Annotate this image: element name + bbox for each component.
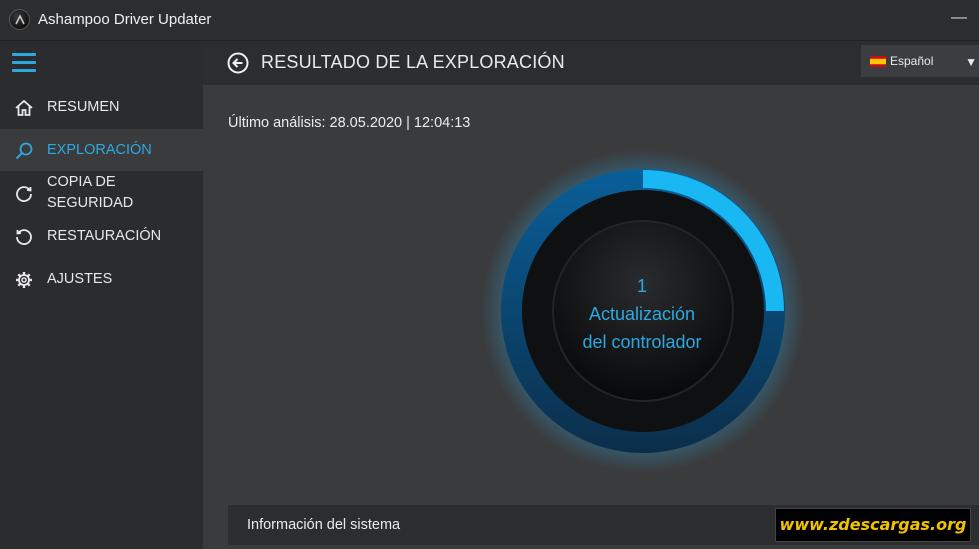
window-title: Ashampoo Driver Updater [38, 11, 212, 28]
back-arrow-icon[interactable] [227, 52, 249, 74]
sidebar-item-restauracion[interactable]: RESTAURACIÓN [0, 215, 203, 257]
page-header: RESULTADO DE LA EXPLORACIÓN Español ▼ [203, 41, 979, 85]
sidebar-item-exploracion[interactable]: EXPLORACIÓN [0, 129, 203, 171]
sidebar: RESUMEN EXPLORACIÓN COPIA DE SEGURIDAD R… [0, 41, 203, 549]
sidebar-item-ajustes[interactable]: AJUSTES [0, 258, 203, 300]
app-logo-icon [9, 9, 30, 30]
language-select[interactable]: Español ▼ [861, 45, 979, 77]
last-scan-label: Último análisis: 28.05.2020 | 12:04:13 [228, 115, 471, 131]
sidebar-item-resumen[interactable]: RESUMEN [0, 86, 203, 128]
update-label-line2: del controlador [582, 332, 702, 352]
title-bar: Ashampoo Driver Updater — [0, 0, 979, 41]
chevron-down-icon: ▼ [965, 55, 977, 69]
minimize-button[interactable]: — [949, 8, 969, 28]
gauge-label: 1 Actualización del controlador [553, 272, 731, 356]
system-info-label: Información del sistema [247, 517, 401, 533]
update-label-line1: Actualización [588, 304, 696, 324]
sidebar-item-copia-de-seguridad[interactable]: COPIA DE SEGURIDAD [0, 172, 203, 214]
gear-icon [16, 272, 32, 288]
sidebar-item-label: RESUMEN [47, 98, 120, 115]
hamburger-menu-icon[interactable] [12, 53, 36, 73]
spain-flag-icon [870, 56, 886, 67]
language-select-value: Español [890, 54, 934, 68]
sidebar-item-label: AJUSTES [47, 270, 113, 287]
sidebar-item-label: COPIA DE SEGURIDAD [47, 174, 134, 211]
update-count: 1 [636, 276, 647, 296]
sidebar-item-label: RESTAURACIÓN [47, 227, 162, 244]
page-title: RESULTADO DE LA EXPLORACIÓN [261, 52, 565, 72]
watermark-logo: www.zdescargas.org [775, 508, 971, 542]
sidebar-item-label: EXPLORACIÓN [47, 141, 152, 158]
home-icon [15, 99, 33, 116]
backup-icon [16, 186, 32, 202]
search-icon [15, 142, 33, 160]
restore-icon [16, 229, 32, 245]
